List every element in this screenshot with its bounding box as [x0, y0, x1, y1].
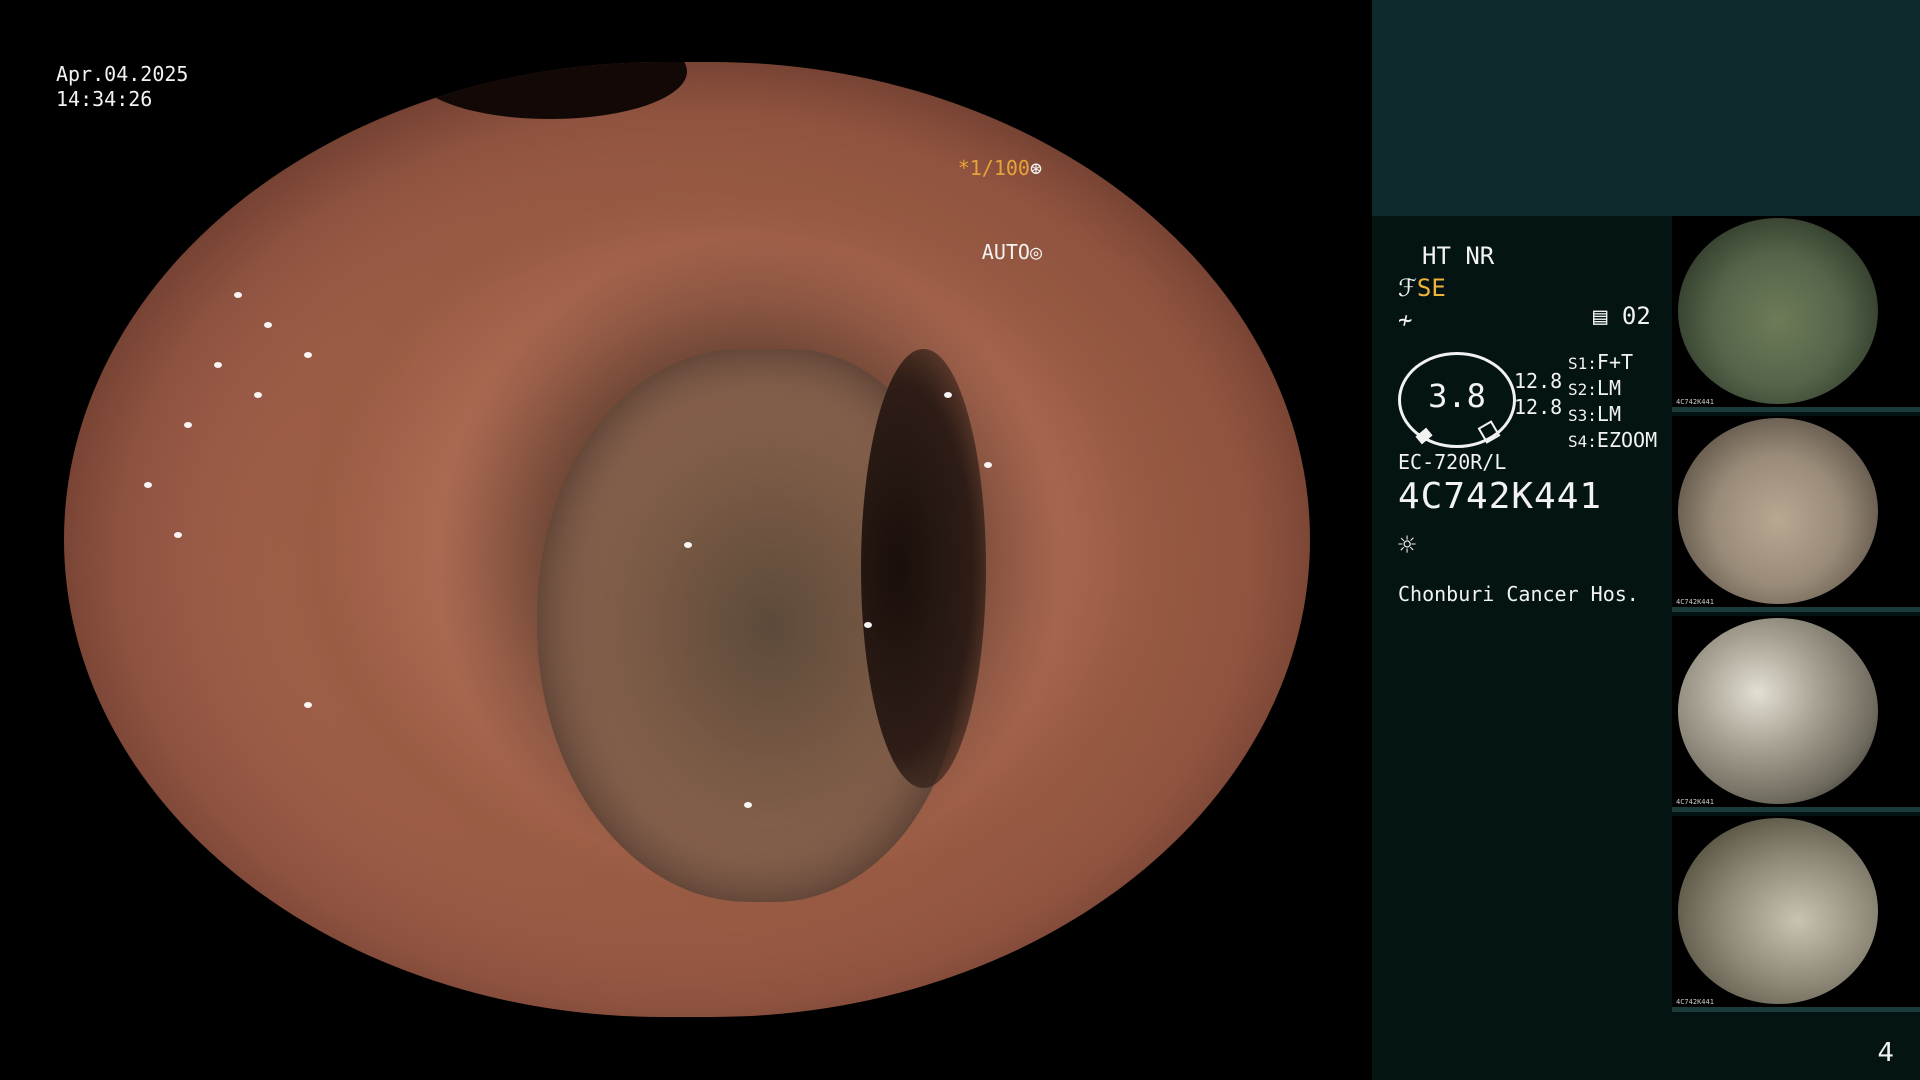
- exposure-settings: *1/100⊛ AUTO◎: [958, 98, 1042, 322]
- scene-key: S1:: [1568, 354, 1597, 373]
- capture-thumbnail[interactable]: 4C742K441: [1672, 216, 1920, 412]
- scene-value: F+T: [1596, 350, 1634, 374]
- light-reflection: [944, 392, 952, 398]
- panel-header-block: [1372, 0, 1920, 216]
- light-reflection: [174, 532, 182, 538]
- gauge-value: 3.8: [1428, 377, 1486, 415]
- light-reflection: [984, 462, 992, 468]
- structure-label: SE: [1416, 274, 1446, 302]
- scene-list: S1:F+T S2:LM S3:LM S4:EZOOM: [1568, 350, 1657, 454]
- thumbnail-bar: [1672, 407, 1920, 412]
- datetime-display: Apr.04.2025 14:34:26: [56, 62, 188, 112]
- colon-fold-shadow: [861, 348, 987, 788]
- aperture-icon: ⊛: [1029, 156, 1042, 180]
- scene-value: LM: [1596, 402, 1621, 426]
- light-reflection: [744, 802, 752, 808]
- light-reflection: [144, 482, 152, 488]
- gauge-notch-right: [1477, 420, 1501, 444]
- shutter-row: *1/100⊛: [958, 154, 1042, 182]
- thumbnail-serial: 4C742K441: [1676, 798, 1714, 806]
- light-reflection: [214, 362, 222, 368]
- info-side-panel: HT NR ℱSE ≁ ▤ 02 3.8 12.8 12.8 S1:F+T S2…: [1372, 0, 1920, 1080]
- scope-model: EC-720R/L: [1398, 450, 1507, 474]
- structure-icon: ℱ: [1398, 274, 1417, 302]
- light-reflection: [864, 622, 872, 628]
- scene-value: LM: [1596, 376, 1621, 400]
- shutter-text: *1/100: [957, 156, 1030, 180]
- memory-icon: ▤: [1593, 302, 1608, 330]
- thumbnail-serial: 4C742K441: [1676, 998, 1714, 1006]
- enhance-label: HT NR: [1422, 242, 1495, 270]
- gauge-number: 12.8: [1514, 395, 1563, 419]
- thumbnail-serial: 4C742K441: [1676, 598, 1714, 606]
- light-reflection: [684, 542, 692, 548]
- scene-value: EZOOM: [1596, 428, 1658, 452]
- iris-row: AUTO◎: [958, 238, 1042, 266]
- thumbnail-image: [1678, 418, 1878, 604]
- endoscopic-image: [64, 62, 1310, 1017]
- hospital-name: Chonburi Cancer Hos.: [1398, 582, 1639, 606]
- gauge-notch-left: [1415, 427, 1433, 445]
- memory-row: ▤ 02: [1593, 302, 1651, 330]
- capture-thumbnail[interactable]: 4C742K441: [1672, 816, 1920, 1012]
- light-reflection: [184, 422, 192, 428]
- scene-item: S2:LM: [1568, 376, 1657, 402]
- auto-iris-icon: ◎: [1029, 240, 1042, 264]
- thumbnail-image: [1678, 618, 1878, 804]
- scope-serial: 4C742K441: [1398, 476, 1603, 517]
- light-reflection: [264, 322, 272, 328]
- magnification-gauge: 3.8: [1398, 352, 1516, 448]
- thumbnail-strip[interactable]: 4C742K441 4C742K441 4C742K441 4C742K441: [1672, 216, 1920, 1016]
- scene-item: S3:LM: [1568, 402, 1657, 428]
- structure-row: ℱSE: [1398, 272, 1688, 304]
- light-reflection: [254, 392, 262, 398]
- light-reflection: [234, 292, 242, 298]
- thumbnail-bar: [1672, 1007, 1920, 1012]
- thumbnail-serial: 4C742K441: [1676, 398, 1714, 406]
- thumbnail-image: [1678, 818, 1878, 1004]
- light-source-icon: ☼: [1398, 528, 1417, 563]
- scene-key: S4:: [1568, 432, 1597, 451]
- capture-thumbnail[interactable]: 4C742K441: [1672, 416, 1920, 612]
- scene-key: S2:: [1568, 380, 1597, 399]
- endoscope-main-view: Apr.04.2025 14:34:26 *1/100⊛ AUTO◎: [0, 0, 1372, 1080]
- scene-item: S4:EZOOM: [1568, 428, 1657, 454]
- scene-item: S1:F+T: [1568, 350, 1657, 376]
- capture-thumbnail[interactable]: 4C742K441: [1672, 616, 1920, 812]
- iris-text: AUTO: [981, 240, 1030, 264]
- thumbnail-bar: [1672, 807, 1920, 812]
- thumbnail-bar: [1672, 607, 1920, 612]
- image-dark-region: [412, 62, 687, 120]
- gauge-number: 12.8: [1514, 369, 1563, 393]
- light-reflection: [304, 702, 312, 708]
- thumbnail-image: [1678, 218, 1878, 404]
- page-number: 4: [1877, 1038, 1894, 1068]
- time-text: 14:34:26: [56, 87, 153, 111]
- scene-key: S3:: [1568, 406, 1597, 425]
- light-reflection: [304, 352, 312, 358]
- date-text: Apr.04.2025: [56, 62, 189, 86]
- memory-value: 02: [1621, 302, 1651, 330]
- processor-info: HT NR ℱSE ≁ ▤ 02 3.8 12.8 12.8 S1:F+T S2…: [1398, 240, 1688, 606]
- gauge-numbers: 12.8 12.8: [1514, 368, 1562, 420]
